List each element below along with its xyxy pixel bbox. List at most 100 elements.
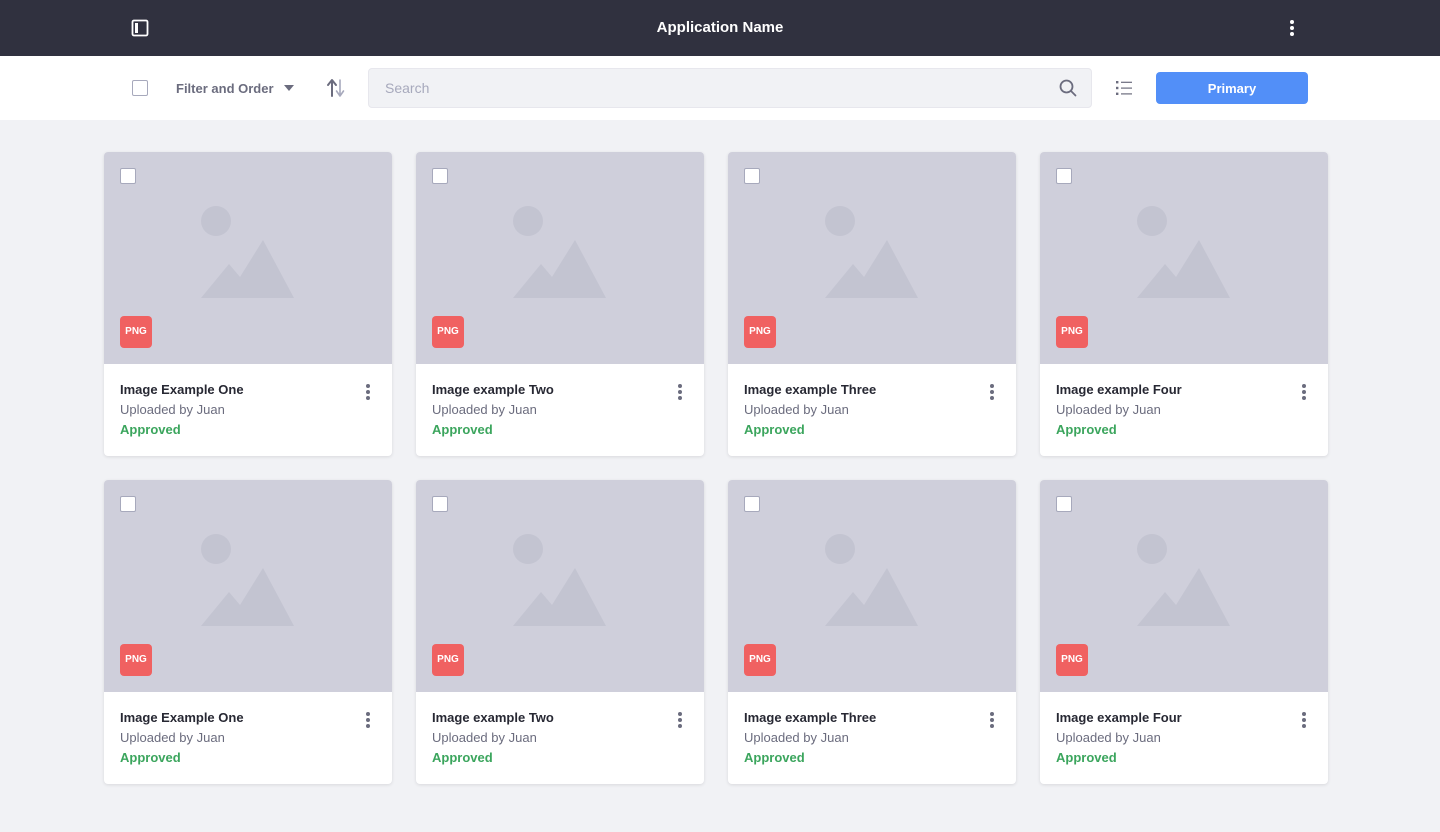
list-view-icon [1116,81,1132,95]
image-placeholder-icon [825,206,918,298]
image-card[interactable]: PNG Image example Four Uploaded by Juan … [1040,480,1328,784]
image-placeholder-icon [1137,206,1230,298]
sort-order-button[interactable] [324,74,348,102]
search-bar [368,68,1092,108]
card-body: Image Example One Uploaded by Juan Appro… [104,364,392,456]
card-actions-button[interactable] [980,380,1004,404]
management-toolbar: Filter and Order Primary [0,56,1440,120]
card-body: Image example Two Uploaded by Juan Appro… [416,364,704,456]
search-input[interactable] [369,69,1049,107]
card-thumbnail[interactable]: PNG [1040,152,1328,364]
card-actions-button[interactable] [356,380,380,404]
file-type-badge: PNG [432,316,464,348]
card-checkbox[interactable] [120,496,136,512]
card-actions-button[interactable] [1292,708,1316,732]
card-grid: PNG Image Example One Uploaded by Juan A… [104,152,1328,784]
kebab-vertical-icon [1302,384,1306,400]
card-checkbox[interactable] [744,496,760,512]
kebab-vertical-icon [1302,712,1306,728]
card-checkbox[interactable] [1056,496,1072,512]
image-card[interactable]: PNG Image example Four Uploaded by Juan … [1040,152,1328,456]
card-subtitle: Uploaded by Juan [120,730,225,745]
sidebar-toggle-icon[interactable] [128,16,152,40]
image-placeholder-icon [1137,534,1230,626]
card-checkbox[interactable] [432,496,448,512]
card-title[interactable]: Image example Four [1056,382,1182,397]
card-subtitle: Uploaded by Juan [120,402,225,417]
kebab-vertical-icon [990,384,994,400]
card-body: Image example Four Uploaded by Juan Appr… [1040,692,1328,784]
card-body: Image example Two Uploaded by Juan Appro… [416,692,704,784]
file-type-badge: PNG [744,316,776,348]
search-icon[interactable] [1059,79,1077,97]
filter-and-order-label: Filter and Order [176,80,274,96]
file-type-badge: PNG [120,316,152,348]
card-checkbox[interactable] [432,168,448,184]
image-placeholder-icon [513,206,606,298]
card-thumbnail[interactable]: PNG [104,152,392,364]
kebab-vertical-icon [678,712,682,728]
card-checkbox[interactable] [120,168,136,184]
card-actions-button[interactable] [668,708,692,732]
image-card[interactable]: PNG Image example Three Uploaded by Juan… [728,480,1016,784]
card-thumbnail[interactable]: PNG [728,480,1016,692]
file-type-badge: PNG [744,644,776,676]
file-type-badge: PNG [1056,316,1088,348]
caret-down-icon [283,85,294,91]
status-label: Approved [120,750,181,765]
status-label: Approved [744,422,805,437]
card-title[interactable]: Image example Three [744,710,876,725]
image-card[interactable]: PNG Image Example One Uploaded by Juan A… [104,480,392,784]
card-subtitle: Uploaded by Juan [744,402,849,417]
primary-button[interactable]: Primary [1156,72,1308,104]
kebab-vertical-icon [366,712,370,728]
status-label: Approved [432,422,493,437]
status-label: Approved [1056,750,1117,765]
card-thumbnail[interactable]: PNG [416,480,704,692]
card-thumbnail[interactable]: PNG [1040,480,1328,692]
app-title: Application Name [656,19,784,36]
card-title[interactable]: Image Example One [120,710,244,725]
card-body: Image Example One Uploaded by Juan Appro… [104,692,392,784]
card-subtitle: Uploaded by Juan [1056,402,1161,417]
card-title[interactable]: Image example Two [432,710,554,725]
card-thumbnail[interactable]: PNG [728,152,1016,364]
card-thumbnail[interactable]: PNG [416,152,704,364]
card-title[interactable]: Image example Two [432,382,554,397]
card-body: Image example Three Uploaded by Juan App… [728,364,1016,456]
image-card[interactable]: PNG Image Example One Uploaded by Juan A… [104,152,392,456]
card-checkbox[interactable] [744,168,760,184]
image-card[interactable]: PNG Image example Three Uploaded by Juan… [728,152,1016,456]
card-subtitle: Uploaded by Juan [432,730,537,745]
status-label: Approved [432,750,493,765]
image-card[interactable]: PNG Image example Two Uploaded by Juan A… [416,152,704,456]
image-card[interactable]: PNG Image example Two Uploaded by Juan A… [416,480,704,784]
kebab-vertical-icon[interactable] [1280,16,1304,40]
card-title[interactable]: Image Example One [120,382,244,397]
card-title[interactable]: Image example Four [1056,710,1182,725]
image-placeholder-icon [201,534,294,626]
file-type-badge: PNG [120,644,152,676]
image-placeholder-icon [513,534,606,626]
filter-and-order-dropdown[interactable]: Filter and Order [176,76,294,100]
card-body: Image example Four Uploaded by Juan Appr… [1040,364,1328,456]
app-header: Application Name [0,0,1440,56]
kebab-vertical-icon [678,384,682,400]
file-type-badge: PNG [1056,644,1088,676]
card-actions-button[interactable] [668,380,692,404]
kebab-vertical-icon [366,384,370,400]
display-view-button[interactable] [1112,76,1136,100]
sort-arrows-icon [327,79,345,97]
card-actions-button[interactable] [356,708,380,732]
card-actions-button[interactable] [980,708,1004,732]
select-all-checkbox[interactable] [132,80,148,96]
card-body: Image example Three Uploaded by Juan App… [728,692,1016,784]
status-label: Approved [1056,422,1117,437]
card-subtitle: Uploaded by Juan [432,402,537,417]
card-title[interactable]: Image example Three [744,382,876,397]
image-placeholder-icon [201,206,294,298]
card-checkbox[interactable] [1056,168,1072,184]
card-thumbnail[interactable]: PNG [104,480,392,692]
card-actions-button[interactable] [1292,380,1316,404]
kebab-vertical-icon [990,712,994,728]
